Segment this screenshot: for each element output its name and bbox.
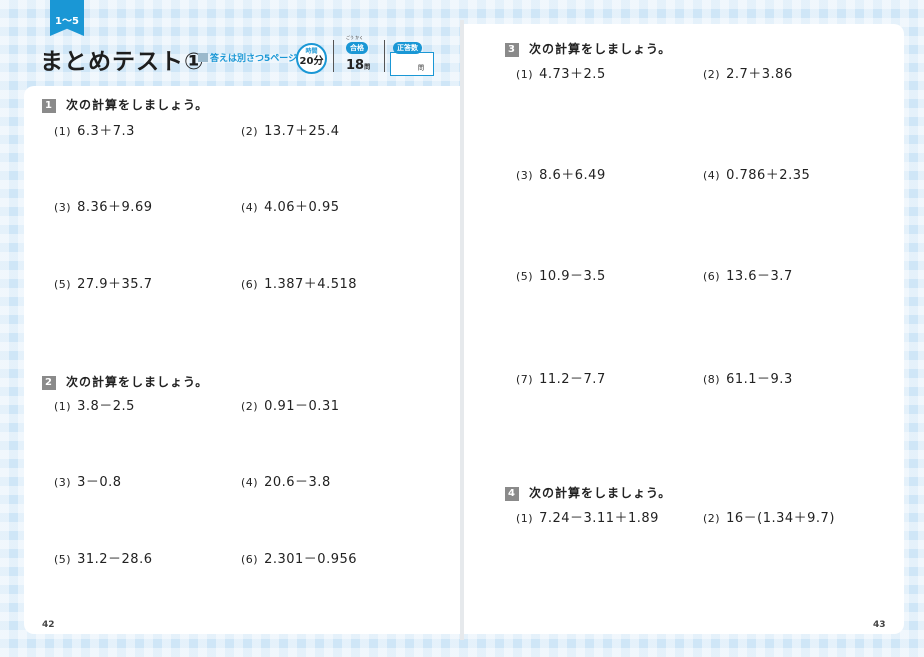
- section-number: 1: [42, 99, 56, 113]
- problem-expression: 31.2－28.6: [77, 552, 153, 567]
- correct-count-label: 正答数: [393, 42, 422, 54]
- header-divider: [384, 40, 385, 72]
- problem-expression: 16－(1.34＋9.7): [726, 511, 835, 526]
- problem: (6) 13.6－3.7: [703, 265, 793, 284]
- pass-score-value: 18: [346, 58, 365, 73]
- problem-expression: 20.6－3.8: [264, 475, 331, 490]
- problem-expression: 61.1－9.3: [726, 372, 793, 387]
- problem-expression: 0.91－0.31: [264, 399, 340, 414]
- problem: (2) 2.7＋3.86: [703, 63, 793, 82]
- section-number: 4: [505, 487, 519, 501]
- section-title: 次の計算をしましょう。: [66, 98, 209, 112]
- problem-label: (5): [54, 278, 72, 291]
- problem-expression: 8.6＋6.49: [539, 168, 606, 183]
- problem-label: (7): [516, 373, 534, 386]
- pass-score: 18問: [346, 58, 370, 73]
- answer-reference-text: 答えは別さつ5ページ: [210, 54, 298, 64]
- problem: (3) 3－0.8: [54, 471, 122, 490]
- section-number: 3: [505, 43, 519, 57]
- problem-label: (8): [703, 373, 721, 386]
- problem: (7) 11.2－7.7: [516, 368, 606, 387]
- problem-label: (2): [241, 125, 259, 138]
- right-page: [464, 24, 904, 634]
- section-3-heading: 3 次の計算をしましょう。: [505, 40, 671, 57]
- problem-expression: 13.7＋25.4: [264, 124, 340, 139]
- problem: (3) 8.6＋6.49: [516, 164, 606, 183]
- problem-expression: 13.6－3.7: [726, 269, 793, 284]
- problem-expression: 11.2－7.7: [539, 372, 606, 387]
- problem: (8) 61.1－9.3: [703, 368, 793, 387]
- problem-label: (2): [703, 68, 721, 81]
- section-2-heading: 2 次の計算をしましょう。: [42, 373, 208, 390]
- problem-label: (4): [241, 476, 259, 489]
- time-badge: 時間 20分: [296, 43, 327, 74]
- problem: (3) 8.36＋9.69: [54, 196, 153, 215]
- problem: (4) 4.06＋0.95: [241, 196, 340, 215]
- problem-label: (3): [54, 476, 72, 489]
- problem-label: (6): [241, 278, 259, 291]
- problem-expression: 0.786＋2.35: [726, 168, 811, 183]
- problem-expression: 27.9＋35.7: [77, 277, 153, 292]
- problem-label: (4): [241, 201, 259, 214]
- problem-label: (4): [703, 169, 721, 182]
- problem: (1) 3.8－2.5: [54, 395, 135, 414]
- problem-label: (1): [516, 68, 534, 81]
- problem-label: (3): [54, 201, 72, 214]
- section-title: 次の計算をしましょう。: [529, 486, 672, 500]
- problem-expression: 2.7＋3.86: [726, 67, 793, 82]
- problem: (4) 0.786＋2.35: [703, 164, 810, 183]
- problem: (2) 0.91－0.31: [241, 395, 340, 414]
- problem-label: (2): [241, 400, 259, 413]
- problem-expression: 4.06＋0.95: [264, 200, 340, 215]
- section-4-heading: 4 次の計算をしましょう。: [505, 484, 671, 501]
- answer-reference: 答えは別さつ5ページ: [198, 51, 297, 64]
- section-1-heading: 1 次の計算をしましょう。: [42, 96, 208, 113]
- problem-expression: 2.301－0.956: [264, 552, 358, 567]
- problem-expression: 8.36＋9.69: [77, 200, 153, 215]
- section-title: 次の計算をしましょう。: [529, 42, 672, 56]
- page-number-right: 43: [873, 620, 886, 630]
- answer-icon: [198, 53, 208, 62]
- problem: (2) 16－(1.34＋9.7): [703, 507, 835, 526]
- header-divider: [333, 40, 334, 72]
- section-number: 2: [42, 376, 56, 390]
- correct-count-box[interactable]: [390, 52, 434, 76]
- problem-label: (1): [54, 400, 72, 413]
- unit-range-text: 1〜5: [55, 16, 79, 27]
- problem-expression: 7.24－3.11＋1.89: [539, 511, 659, 526]
- problem-label: (1): [516, 512, 534, 525]
- pass-score-unit: 問: [364, 64, 371, 71]
- problem: (1) 6.3＋7.3: [54, 120, 135, 139]
- time-label: 時間: [305, 48, 318, 55]
- problem: (1) 7.24－3.11＋1.89: [516, 507, 659, 526]
- problem: (6) 2.301－0.956: [241, 548, 357, 567]
- pass-ruby: ごう かく: [346, 35, 364, 40]
- problem-expression: 3.8－2.5: [77, 399, 135, 414]
- page-title: まとめテスト①: [40, 49, 205, 75]
- problem-label: (5): [516, 270, 534, 283]
- problem-label: (3): [516, 169, 534, 182]
- page-number-left: 42: [42, 620, 55, 630]
- problem-label: (6): [241, 553, 259, 566]
- problem: (1) 4.73＋2.5: [516, 63, 606, 82]
- problem: (5) 10.9－3.5: [516, 265, 606, 284]
- problem: (2) 13.7＋25.4: [241, 120, 340, 139]
- problem-label: (6): [703, 270, 721, 283]
- problem: (5) 27.9＋35.7: [54, 273, 153, 292]
- problem: (4) 20.6－3.8: [241, 471, 331, 490]
- problem-label: (2): [703, 512, 721, 525]
- section-title: 次の計算をしましょう。: [66, 375, 209, 389]
- problem-expression: 6.3＋7.3: [77, 124, 135, 139]
- problem-label: (1): [54, 125, 72, 138]
- problem-label: (5): [54, 553, 72, 566]
- time-value: 20分: [299, 56, 324, 67]
- correct-count-unit: 問: [418, 65, 425, 72]
- pass-label: 合格: [346, 42, 368, 54]
- problem: (6) 1.387＋4.518: [241, 273, 357, 292]
- problem-expression: 4.73＋2.5: [539, 67, 606, 82]
- problem: (5) 31.2－28.6: [54, 548, 153, 567]
- problem-expression: 10.9－3.5: [539, 269, 606, 284]
- problem-expression: 1.387＋4.518: [264, 277, 358, 292]
- problem-expression: 3－0.8: [77, 475, 122, 490]
